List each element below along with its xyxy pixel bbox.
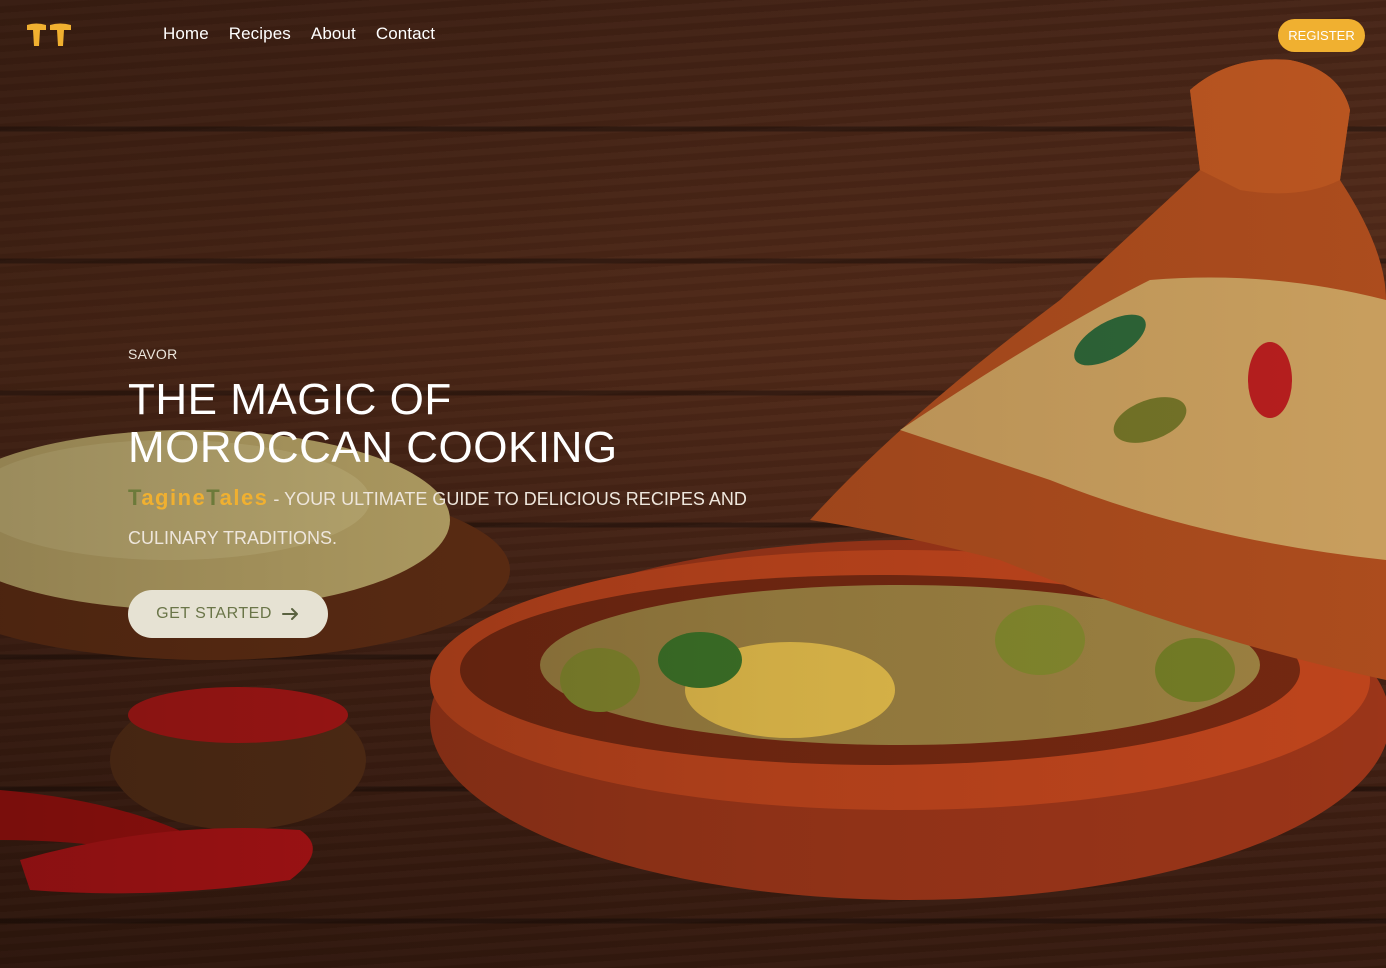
- hero-eyebrow: SAVOR: [128, 346, 178, 362]
- get-started-label: GET STARTED: [156, 605, 272, 622]
- register-button[interactable]: REGISTER: [1278, 19, 1365, 52]
- hero-title-line1: THE MAGIC OF: [128, 375, 452, 424]
- brand-cap-2: T: [206, 485, 220, 510]
- site-header: Home Recipes About Contact REGISTER: [0, 0, 1386, 70]
- brand-rest-1: agine: [141, 485, 207, 510]
- nav-contact[interactable]: Contact: [376, 24, 435, 44]
- hero-title: THE MAGIC OF MOROCCAN COOKING: [128, 376, 828, 472]
- tt-logo-icon[interactable]: [26, 22, 72, 48]
- nav-home[interactable]: Home: [163, 24, 209, 44]
- nav-recipes[interactable]: Recipes: [229, 24, 291, 44]
- brand-cap-1: T: [128, 485, 142, 510]
- hero-title-line2: MOROCCAN COOKING: [128, 423, 618, 472]
- get-started-button[interactable]: GET STARTED: [128, 590, 328, 638]
- hero-section: SAVOR THE MAGIC OF MOROCCAN COOKING Tagi…: [128, 346, 828, 638]
- brand-name: TagineTales: [128, 485, 268, 510]
- arrow-right-icon: [281, 608, 298, 620]
- main-nav: Home Recipes About Contact: [163, 24, 435, 44]
- nav-about[interactable]: About: [311, 24, 356, 44]
- hero-tagline: TagineTales - YOUR ULTIMATE GUIDE TO DEL…: [128, 478, 778, 558]
- brand-rest-2: ales: [219, 485, 269, 510]
